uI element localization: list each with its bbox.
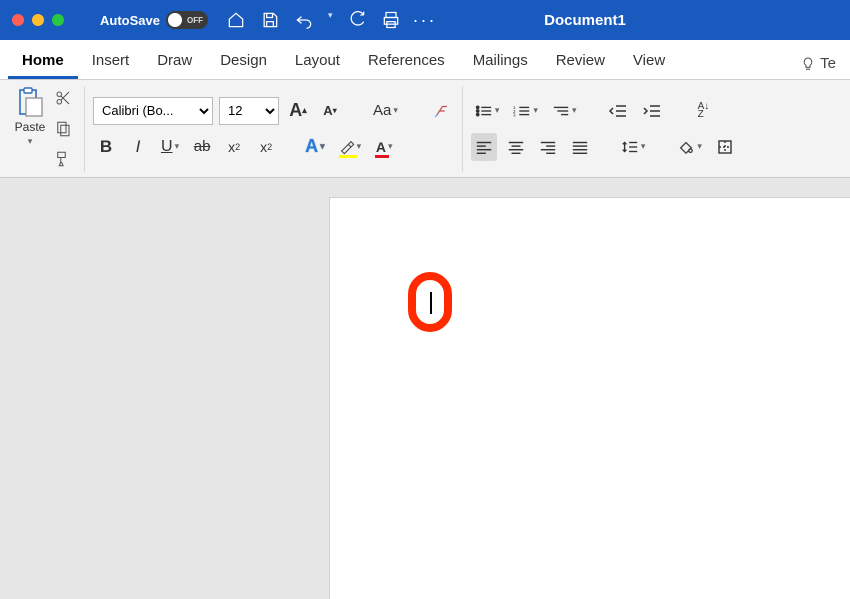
paste-label: Paste xyxy=(15,120,46,134)
italic-button[interactable]: I xyxy=(125,133,151,161)
document-title[interactable]: Document1 xyxy=(544,12,626,29)
tab-design[interactable]: Design xyxy=(206,43,281,79)
undo-dropdown[interactable]: ▾ xyxy=(328,10,333,30)
font-group: Calibri (Bo... 12 A▴ A▾ Aa▾ xyxy=(85,86,463,172)
bullets-icon xyxy=(475,104,493,118)
decrease-indent-button[interactable] xyxy=(604,97,632,125)
highlight-button[interactable]: ▾ xyxy=(335,133,366,161)
tab-view[interactable]: View xyxy=(619,43,679,79)
minimize-window-button[interactable] xyxy=(32,14,44,26)
tell-me-label: Te xyxy=(820,55,836,72)
text-cursor xyxy=(430,292,432,314)
redo-icon[interactable] xyxy=(347,10,367,30)
bold-button[interactable]: B xyxy=(93,133,119,161)
toggle-knob xyxy=(168,13,182,27)
align-center-button[interactable] xyxy=(503,133,529,161)
bullets-button[interactable]: ▾ xyxy=(471,97,504,125)
line-spacing-button[interactable]: ▾ xyxy=(617,133,650,161)
line-spacing-icon xyxy=(621,139,639,155)
autosave-control[interactable]: AutoSave OFF xyxy=(100,11,208,29)
borders-button[interactable] xyxy=(712,133,738,161)
undo-icon[interactable] xyxy=(294,10,314,30)
copy-icon xyxy=(54,120,72,138)
justify-icon xyxy=(571,140,589,154)
underline-button[interactable]: U▾ xyxy=(157,133,183,161)
align-left-icon xyxy=(475,140,493,154)
multilevel-icon xyxy=(552,104,570,118)
ribbon: Paste ▾ Calibri (Bo... xyxy=(0,80,850,178)
justify-button[interactable] xyxy=(567,133,593,161)
shrink-font-button[interactable]: A▾ xyxy=(317,97,343,125)
clear-formatting-button[interactable] xyxy=(428,97,454,125)
document-page[interactable] xyxy=(330,198,850,599)
more-icon[interactable]: ··· xyxy=(415,10,435,30)
font-color-button[interactable]: A ▾ xyxy=(371,133,397,161)
clipboard-group: Paste ▾ xyxy=(6,86,85,172)
paste-button[interactable]: Paste ▾ xyxy=(14,86,46,172)
autosave-toggle[interactable]: OFF xyxy=(166,11,208,29)
tab-draw[interactable]: Draw xyxy=(143,43,206,79)
tab-home[interactable]: Home xyxy=(8,43,78,79)
borders-icon xyxy=(717,139,733,155)
print-icon[interactable] xyxy=(381,10,401,30)
close-window-button[interactable] xyxy=(12,14,24,26)
tab-insert[interactable]: Insert xyxy=(78,43,144,79)
align-left-button[interactable] xyxy=(471,133,497,161)
paste-dropdown[interactable]: ▾ xyxy=(28,136,33,147)
format-painter-button[interactable] xyxy=(50,147,76,172)
paintbrush-icon xyxy=(54,150,72,168)
superscript-button[interactable]: x2 xyxy=(253,133,279,161)
indent-icon xyxy=(642,104,662,118)
lightbulb-icon xyxy=(800,56,816,72)
paint-bucket-icon xyxy=(677,139,695,155)
align-right-icon xyxy=(539,140,557,154)
shading-button[interactable]: ▾ xyxy=(673,133,706,161)
multilevel-list-button[interactable]: ▾ xyxy=(548,97,581,125)
paragraph-group: ▾ 123▾ ▾ A↓Z xyxy=(463,86,746,172)
document-workspace xyxy=(0,178,850,599)
tab-references[interactable]: References xyxy=(354,43,459,79)
text-effects-button[interactable]: A▾ xyxy=(301,133,329,161)
sort-button[interactable]: A↓Z xyxy=(690,97,716,125)
cut-button[interactable] xyxy=(50,86,76,111)
window-controls xyxy=(12,14,64,26)
tab-layout[interactable]: Layout xyxy=(281,43,354,79)
tell-me[interactable]: Te xyxy=(794,46,842,79)
increase-indent-button[interactable] xyxy=(638,97,666,125)
save-icon[interactable] xyxy=(260,10,280,30)
svg-text:3: 3 xyxy=(513,112,516,117)
tab-mailings[interactable]: Mailings xyxy=(459,43,542,79)
strikethrough-button[interactable]: ab xyxy=(189,133,215,161)
tab-review[interactable]: Review xyxy=(542,43,619,79)
outdent-icon xyxy=(608,104,628,118)
numbering-button[interactable]: 123▾ xyxy=(509,97,542,125)
title-bar: AutoSave OFF ▾ ··· Document1 xyxy=(0,0,850,40)
autosave-state: OFF xyxy=(187,16,203,25)
scissors-icon xyxy=(54,89,72,107)
align-center-icon xyxy=(507,140,525,154)
home-icon[interactable] xyxy=(226,10,246,30)
grow-font-button[interactable]: A▴ xyxy=(285,97,311,125)
maximize-window-button[interactable] xyxy=(52,14,64,26)
quick-access-toolbar: ▾ ··· xyxy=(226,10,435,30)
font-size-select[interactable]: 12 xyxy=(219,97,279,125)
subscript-button[interactable]: x2 xyxy=(221,133,247,161)
numbering-icon: 123 xyxy=(513,104,531,118)
highlighter-icon xyxy=(339,139,355,155)
copy-button[interactable] xyxy=(50,116,76,141)
align-right-button[interactable] xyxy=(535,133,561,161)
change-case-button[interactable]: Aa▾ xyxy=(369,97,402,125)
sort-label: A↓Z xyxy=(698,103,710,119)
clipboard-icon xyxy=(14,86,46,118)
ribbon-tabs: Home Insert Draw Design Layout Reference… xyxy=(0,40,850,80)
eraser-a-icon xyxy=(432,102,450,120)
font-name-select[interactable]: Calibri (Bo... xyxy=(93,97,213,125)
autosave-label: AutoSave xyxy=(100,13,160,28)
